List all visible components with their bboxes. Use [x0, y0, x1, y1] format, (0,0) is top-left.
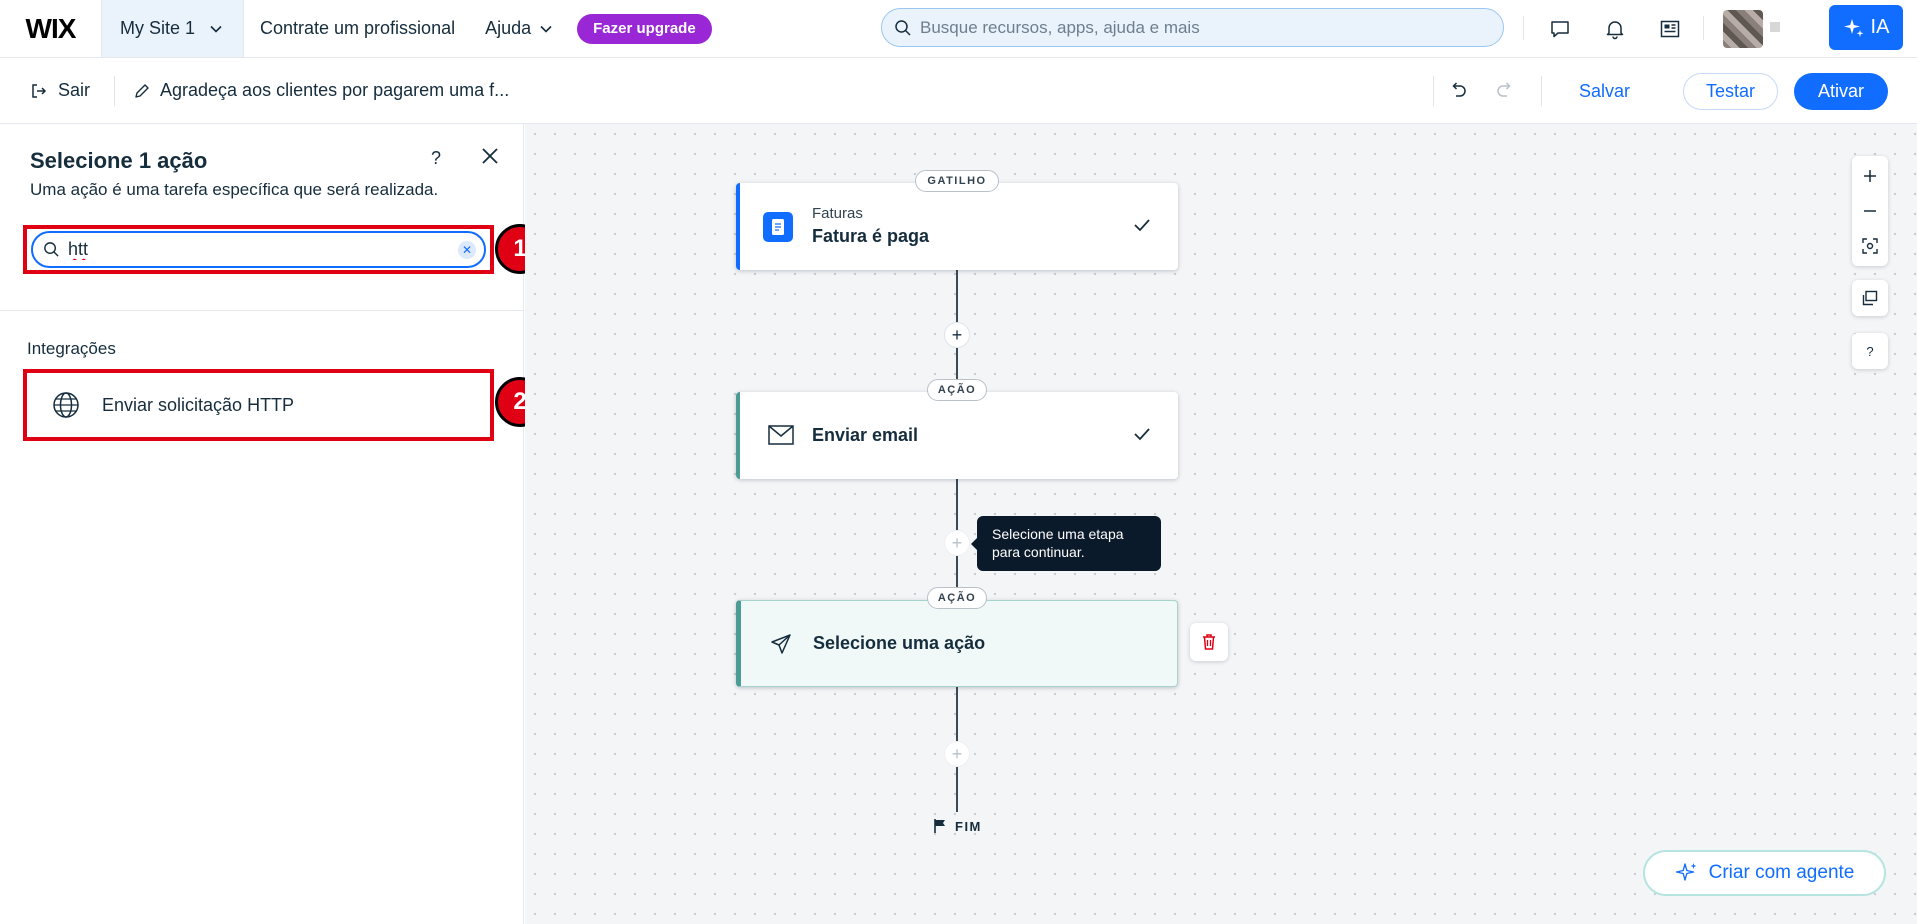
clear-search-icon[interactable]: ✕ — [458, 241, 476, 259]
news-icon[interactable] — [1655, 14, 1685, 44]
check-icon — [1134, 219, 1150, 232]
create-with-agent-button[interactable]: Criar com agente — [1643, 850, 1886, 896]
zoom-in-icon[interactable] — [1852, 160, 1888, 192]
panel-subtitle: Uma ação é uma tarefa específica que ser… — [30, 180, 439, 199]
divider — [0, 310, 524, 311]
action-item-label: Enviar solicitação HTTP — [102, 394, 295, 415]
wix-logo[interactable]: WIX — [0, 0, 101, 58]
action-search-field[interactable]: ✕ — [31, 231, 486, 268]
zoom-out-icon[interactable] — [1852, 195, 1888, 227]
help-menu[interactable]: Ajuda — [485, 18, 553, 39]
undo-icon[interactable] — [1448, 80, 1468, 105]
trigger-node[interactable]: Faturas Fatura é paga — [736, 183, 1178, 270]
flow-canvas[interactable] — [525, 124, 1917, 924]
divider — [1703, 16, 1704, 40]
end-label: FIM — [955, 818, 982, 834]
close-icon[interactable] — [480, 146, 500, 171]
section-label-integrations: Integrações — [27, 339, 116, 358]
action-search-input[interactable] — [68, 239, 448, 260]
chevron-down-icon — [540, 25, 552, 33]
globe-icon — [53, 392, 79, 418]
divider — [1541, 76, 1542, 106]
ai-assistant-button[interactable]: IA — [1829, 5, 1903, 50]
minimap-icon[interactable] — [1852, 280, 1888, 316]
add-step-button[interactable]: + — [944, 322, 970, 348]
avatar[interactable] — [1723, 10, 1763, 48]
top-bar: WIX My Site 1 Contrate um profissional A… — [0, 0, 1917, 58]
activate-button[interactable]: Ativar — [1794, 73, 1888, 110]
divider — [1523, 16, 1524, 40]
invoice-icon — [763, 212, 793, 242]
check-icon — [1134, 428, 1150, 441]
avatar-status — [1770, 22, 1780, 32]
send-icon — [771, 634, 791, 654]
divider — [114, 76, 115, 106]
zoom-controls — [1852, 156, 1888, 266]
trash-icon[interactable] — [1190, 623, 1228, 661]
upgrade-button[interactable]: Fazer upgrade — [577, 13, 712, 44]
sparkle-icon — [1843, 18, 1864, 37]
automation-name-label: Agradeça aos clientes por pagarem uma f.… — [160, 80, 510, 100]
global-search-input[interactable] — [920, 17, 1460, 38]
exit-button[interactable]: Sair — [30, 80, 90, 101]
add-step-button[interactable]: + — [944, 530, 970, 556]
bell-icon[interactable] — [1600, 14, 1630, 44]
chevron-down-icon — [210, 25, 222, 33]
chat-icon[interactable] — [1545, 14, 1575, 44]
flag-icon — [934, 819, 945, 833]
action-node-send-email[interactable]: Enviar email — [736, 392, 1178, 479]
sparkle-icon — [1675, 863, 1697, 881]
flow-end: FIM — [933, 818, 982, 834]
ai-label: IA — [1870, 16, 1890, 38]
panel-title: Selecione 1 ação — [30, 148, 208, 173]
pencil-icon — [135, 83, 149, 98]
canvas-help-icon[interactable]: ? — [1852, 333, 1888, 369]
action-title: Enviar email — [812, 425, 919, 445]
action-tag: AÇÃO — [927, 587, 987, 609]
fit-view-icon[interactable] — [1852, 230, 1888, 262]
redo-icon[interactable] — [1495, 80, 1515, 105]
action-node-select-action[interactable]: Selecione uma ação — [736, 600, 1178, 687]
search-icon — [44, 242, 59, 257]
tooltip: Selecione uma etapa para continuar. — [971, 516, 1161, 571]
agent-button-label: Criar com agente — [1708, 862, 1855, 883]
automation-toolbar: Sair Agradeça aos clientes por pagarem u… — [0, 58, 1917, 124]
action-select-panel: Selecione 1 ação Uma ação é uma tarefa e… — [0, 124, 545, 924]
action-item-http-request[interactable]: Enviar solicitação HTTP — [27, 373, 490, 437]
trigger-title: Fatura é paga — [812, 226, 930, 246]
exit-icon — [32, 83, 47, 98]
action-tag: AÇÃO — [927, 379, 987, 401]
hire-pro-link[interactable]: Contrate um profissional — [260, 18, 455, 39]
save-button[interactable]: Salvar — [1579, 81, 1630, 102]
global-search[interactable] — [881, 8, 1504, 47]
trigger-category: Faturas — [812, 205, 863, 222]
help-label: Ajuda — [485, 18, 532, 38]
action-title: Selecione uma ação — [813, 633, 986, 653]
help-icon[interactable]: ? — [431, 148, 441, 169]
search-icon — [895, 19, 911, 36]
exit-label: Sair — [58, 80, 91, 100]
mail-icon — [768, 425, 794, 445]
automation-name[interactable]: Agradeça aos clientes por pagarem uma f.… — [134, 80, 509, 101]
trigger-tag: GATILHO — [915, 170, 999, 192]
site-name: My Site 1 — [120, 18, 196, 38]
test-button[interactable]: Testar — [1683, 73, 1778, 110]
hire-pro-label: Contrate um profissional — [260, 18, 456, 38]
site-selector[interactable]: My Site 1 — [101, 0, 244, 57]
divider — [1433, 76, 1434, 106]
add-step-button[interactable]: + — [944, 741, 970, 767]
